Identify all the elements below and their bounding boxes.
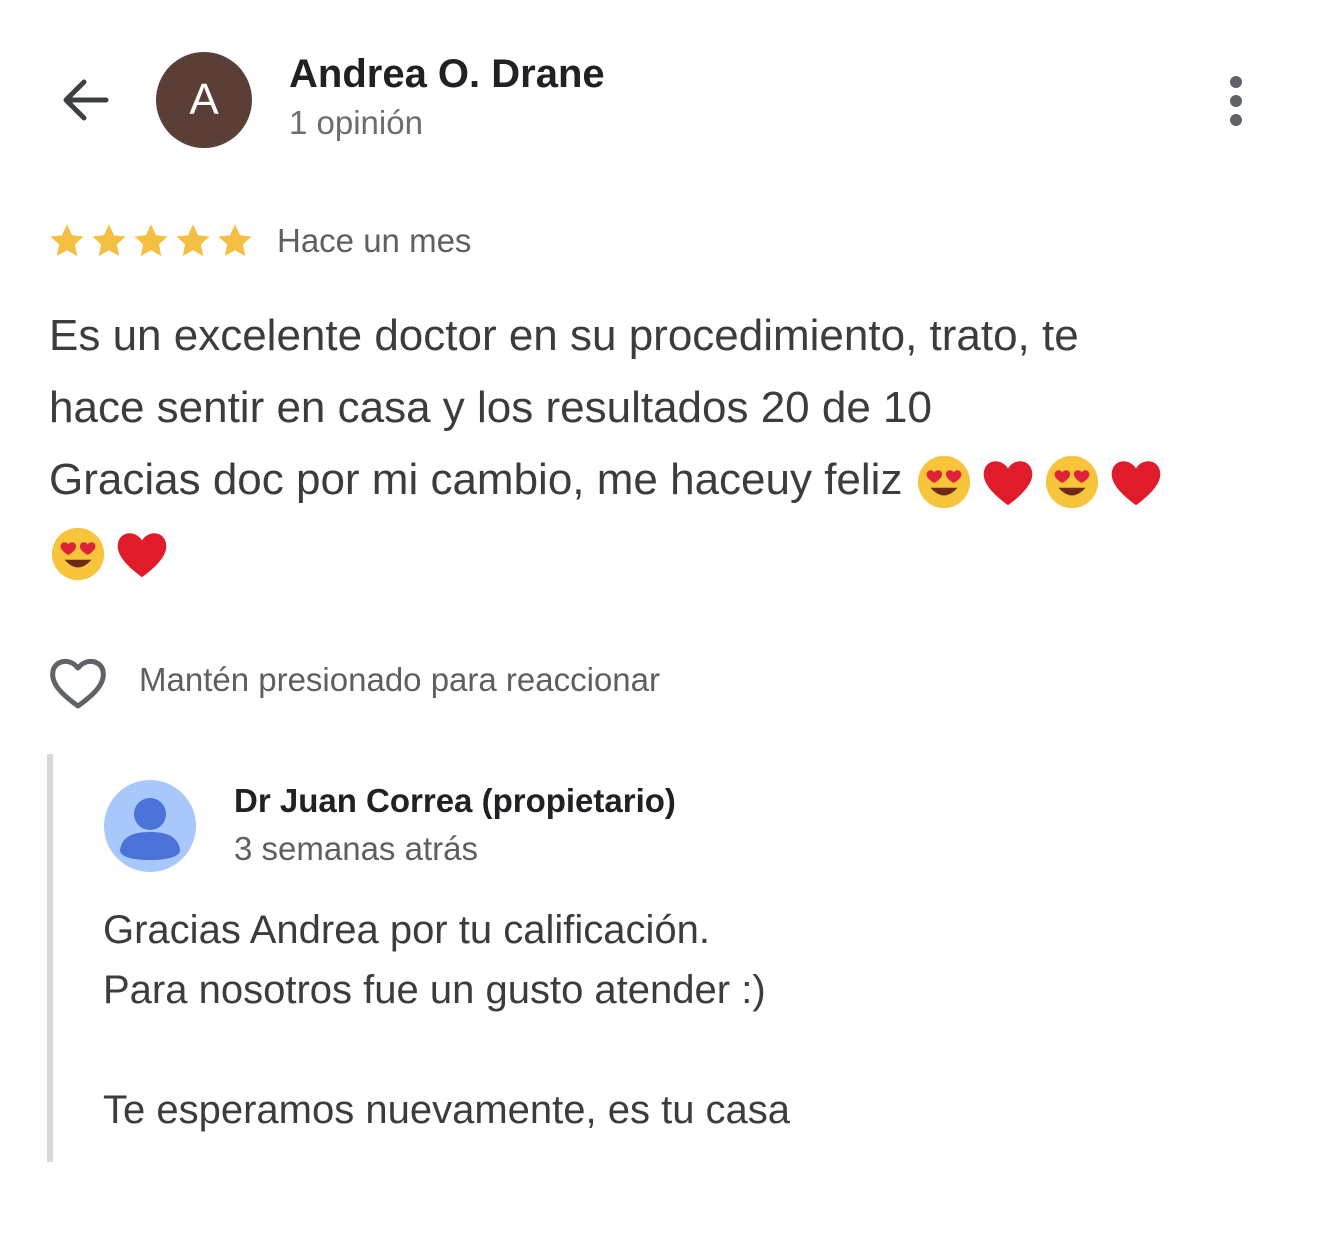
react-button[interactable]	[46, 652, 110, 712]
reply-divider	[47, 754, 53, 1162]
arrow-back-icon	[63, 79, 109, 121]
reviewer-name[interactable]: Andrea O. Drane	[289, 52, 605, 97]
avatar-letter: A	[189, 75, 219, 124]
heart-eyes-emoji-icon	[51, 528, 105, 581]
owner-name: Dr Juan Correa (propietario)	[234, 782, 676, 819]
reply-line	[103, 1020, 1253, 1080]
person-avatar-icon[interactable]	[104, 780, 196, 872]
star-icon	[134, 224, 168, 257]
review-line	[49, 516, 1289, 588]
reply-line: Gracias Andrea por tu calificación.	[103, 908, 710, 952]
review-line: hace sentir en casa y los resultados 20 …	[49, 383, 932, 432]
owner-reply-date: 3 semanas atrás	[234, 830, 478, 867]
reply-line: Te esperamos nuevamente, es tu casa	[103, 1088, 791, 1132]
emoji-group	[49, 525, 171, 583]
review-line: Es un excelente doctor en su procedimien…	[49, 311, 1079, 360]
owner-reply-text: Gracias Andrea por tu calificación. Para…	[103, 900, 1253, 1140]
back-button[interactable]	[52, 70, 116, 130]
more-vert-icon	[1230, 76, 1242, 88]
red-heart-emoji-icon	[983, 461, 1033, 506]
more-options-button[interactable]	[1212, 70, 1260, 132]
review-count: 1 opinión	[289, 104, 423, 141]
red-heart-emoji-icon	[1111, 461, 1161, 506]
more-vert-icon-dot	[1230, 95, 1242, 107]
review-text: Es un excelente doctor en su procedimien…	[49, 300, 1289, 588]
reaction-hint: Mantén presionado para reaccionar	[139, 661, 660, 698]
heart-outline-icon	[50, 658, 106, 709]
reply-line: Para nosotros fue un gusto atender :)	[103, 968, 766, 1012]
star-rating	[46, 220, 256, 262]
red-heart-emoji-icon	[117, 533, 167, 578]
star-icon	[218, 224, 252, 257]
review-date: Hace un mes	[277, 222, 472, 259]
star-icon	[92, 224, 126, 257]
star-icon	[50, 224, 84, 257]
review-line-text: Gracias doc por mi cambio, me haceuy fel…	[49, 455, 903, 504]
emoji-group	[915, 453, 1165, 511]
more-vert-icon-dot	[1230, 114, 1242, 126]
heart-eyes-emoji-icon	[917, 456, 970, 509]
star-icon	[176, 224, 210, 257]
reviewer-avatar[interactable]: A	[156, 52, 252, 148]
review-line: Gracias doc por mi cambio, me haceuy fel…	[49, 444, 1289, 516]
heart-eyes-emoji-icon	[1045, 456, 1098, 509]
